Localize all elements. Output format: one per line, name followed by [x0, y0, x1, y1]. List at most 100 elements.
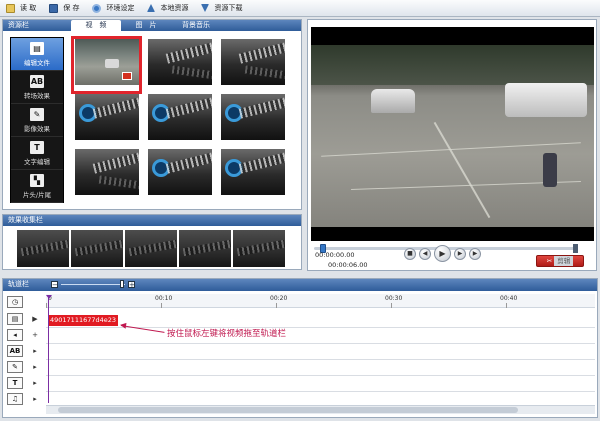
video-thumbnail[interactable]	[221, 149, 285, 195]
track-expand-button[interactable]: ▶	[29, 313, 41, 325]
play-button[interactable]: ▶	[434, 245, 451, 262]
seek-end-marker[interactable]	[573, 244, 578, 253]
video-preview	[311, 27, 594, 241]
video-thumbnail[interactable]	[148, 94, 212, 140]
total-time: 00:00:06.00	[328, 261, 368, 269]
gear-icon	[92, 3, 102, 13]
track-panel: 轨道栏 − + 0 00:10 00:20 00:30 00:40 ◷ ▤ ▶ …	[2, 278, 598, 418]
cut-button[interactable]: ✂ 剪辑	[536, 255, 584, 267]
resource-tabs: 视 频 图 片 背景音乐	[71, 20, 221, 31]
video-thumbnail[interactable]	[75, 94, 139, 140]
open-label: 读 取	[20, 4, 37, 12]
video-clip[interactable]: 49017111677d4e23	[48, 315, 118, 326]
download-icon	[201, 4, 210, 12]
text-icon: T	[30, 140, 44, 154]
open-button[interactable]: 读 取	[6, 0, 36, 17]
track-panel-title-text: 轨道栏	[8, 280, 29, 288]
resource-panel: 资源栏 视 频 图 片 背景音乐 ▤ 编辑文件 AB 转场效果 ✎ 影像效果 T 文字编…	[2, 19, 302, 210]
video-thumbnail[interactable]	[75, 149, 139, 195]
toolbar: 读 取 保 存 环境设定 本地资源 资源下载	[0, 0, 600, 17]
folder-open-icon	[6, 3, 15, 13]
video-badge-icon	[122, 72, 132, 80]
track-lock-button[interactable]: ▸	[29, 345, 41, 357]
track-lock-button[interactable]: ▸	[29, 361, 41, 373]
intro-outro-icon: ▚	[30, 173, 44, 187]
category-label: 编辑文件	[24, 58, 50, 67]
scissors-icon: ✂	[546, 257, 553, 265]
playhead[interactable]	[46, 295, 52, 403]
stop-icon: ■	[407, 250, 413, 257]
zoom-out-button[interactable]: −	[51, 281, 58, 289]
timeline-ruler[interactable]: 0 00:10 00:20 00:30 00:40	[46, 294, 595, 308]
zoom-handle[interactable]	[120, 280, 124, 288]
image-effect-icon: ✎	[30, 107, 44, 121]
effects-row	[17, 230, 285, 267]
clock-icon: ◷	[7, 296, 23, 308]
drag-hint: 按住鼠标左键将视频拖至轨道栏	[167, 329, 287, 339]
upload-icon	[147, 4, 156, 12]
category-label: 转场效果	[24, 91, 50, 100]
video-thumbnail-selected[interactable]	[75, 39, 139, 85]
category-sidebar: ▤ 编辑文件 AB 转场效果 ✎ 影像效果 T 文字编辑 ▚ 片头/片尾	[10, 37, 64, 203]
resource-panel-title: 资源栏 视 频 图 片 背景音乐	[3, 20, 301, 31]
music-track-icon: ♫	[7, 393, 23, 405]
video-thumbnail[interactable]	[221, 39, 285, 85]
save-button[interactable]: 保 存	[49, 0, 79, 17]
zoom-control: − +	[51, 280, 135, 289]
category-intro-outro[interactable]: ▚ 片头/片尾	[11, 170, 63, 203]
effect-slot[interactable]	[71, 230, 123, 267]
resource-grid	[75, 37, 295, 203]
person	[543, 153, 557, 187]
local-resource-button[interactable]: 本地资源	[147, 0, 188, 17]
end-button[interactable]: ▶	[469, 247, 481, 260]
effect-slot[interactable]	[17, 230, 69, 267]
category-text-edit[interactable]: T 文字编辑	[11, 137, 63, 170]
video-thumbnail[interactable]	[148, 39, 212, 85]
prev-frame-icon: ◀	[422, 250, 428, 257]
save-label: 保 存	[63, 4, 80, 12]
ruler-label: 00:20	[270, 295, 288, 302]
resource-download-button[interactable]: 资源下载	[201, 0, 242, 17]
category-transition[interactable]: AB 转场效果	[11, 71, 63, 104]
resource-panel-title-text: 资源栏	[8, 21, 29, 29]
track-lock-button[interactable]: ▸	[29, 377, 41, 389]
video-thumbnail[interactable]	[221, 94, 285, 140]
category-image-effect[interactable]: ✎ 影像效果	[11, 104, 63, 137]
effects-panel-title: 效果收集栏	[3, 215, 301, 226]
next-frame-button[interactable]: ▶	[454, 247, 466, 260]
video-frame	[311, 45, 594, 227]
track-lock-button[interactable]: ▸	[29, 393, 41, 405]
van	[505, 83, 587, 117]
tab-video[interactable]: 视 频	[71, 20, 121, 31]
film-icon: ▤	[30, 41, 44, 55]
cut-label: 剪辑	[554, 256, 574, 266]
zoom-in-button[interactable]: +	[128, 281, 135, 289]
category-edit-file[interactable]: ▤ 编辑文件	[11, 38, 63, 71]
timeline-scrollbar[interactable]	[46, 405, 595, 414]
next-frame-icon: ▶	[457, 250, 463, 257]
ruler-label: 00:10	[155, 295, 173, 302]
scrollbar-thumb[interactable]	[58, 407, 518, 413]
tab-image[interactable]: 图 片	[121, 20, 171, 31]
video-thumbnail[interactable]	[148, 149, 212, 195]
tab-music[interactable]: 背景音乐	[171, 20, 221, 31]
track-add-button[interactable]: +	[29, 329, 41, 341]
current-time: 00:00:00.00	[315, 251, 355, 259]
film-track-icon: ▤	[7, 313, 23, 325]
track-panel-title: 轨道栏 − +	[3, 279, 597, 291]
effects-panel: 效果收集栏	[2, 214, 302, 270]
ruler-label: 00:30	[385, 295, 403, 302]
audio-track-icon: ◂	[7, 329, 23, 341]
transition-track-icon: AB	[7, 345, 23, 357]
stop-button[interactable]: ■	[404, 247, 416, 260]
effect-track-icon: ✎	[7, 361, 23, 373]
effect-slot[interactable]	[125, 230, 177, 267]
resource-download-label: 资源下载	[214, 4, 243, 12]
prev-frame-button[interactable]: ◀	[419, 247, 431, 260]
zoom-slider[interactable]	[61, 284, 125, 285]
effect-slot[interactable]	[233, 230, 285, 267]
play-icon: ▶	[439, 249, 446, 258]
save-icon	[49, 3, 59, 13]
settings-button[interactable]: 环境设定	[92, 0, 134, 17]
effect-slot[interactable]	[179, 230, 231, 267]
